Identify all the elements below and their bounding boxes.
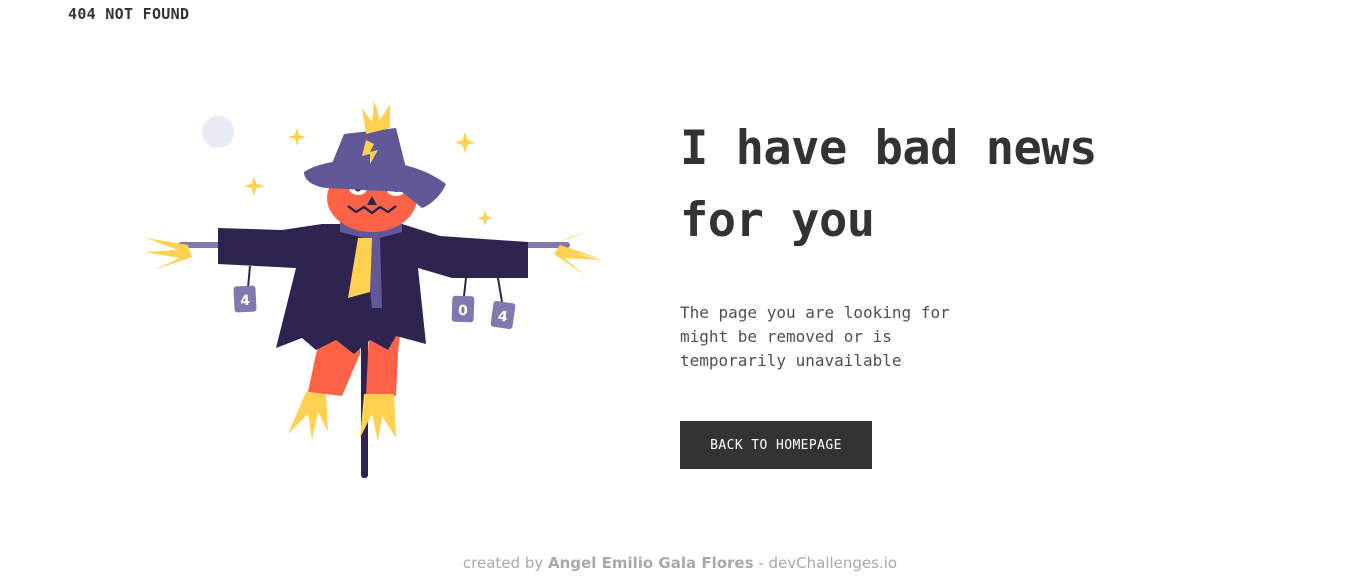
footer-site[interactable]: devChallenges.io xyxy=(769,554,898,572)
error-message: The page you are looking for might be re… xyxy=(680,303,950,370)
footer-prefix: created by xyxy=(462,554,544,572)
footer-credit: created by Angel Emilio Gala Flores - de… xyxy=(0,554,1360,572)
can-label-1: 4 xyxy=(240,293,251,310)
back-to-homepage-button[interactable]: BACK TO HOMEPAGE xyxy=(680,421,872,469)
footer-author[interactable]: Angel Emilio Gala Flores xyxy=(548,554,754,572)
brand-logo[interactable]: 404 NOT FOUND xyxy=(68,5,189,23)
headline: I have bad news for you xyxy=(680,121,1097,248)
footer-separator: - xyxy=(758,554,764,572)
can-label-2: 0 xyxy=(458,303,469,319)
scarecrow-illustration: 4 0 4 xyxy=(140,92,610,487)
scarecrow-icon: 4 0 4 xyxy=(144,100,602,478)
moon-icon xyxy=(202,116,234,148)
